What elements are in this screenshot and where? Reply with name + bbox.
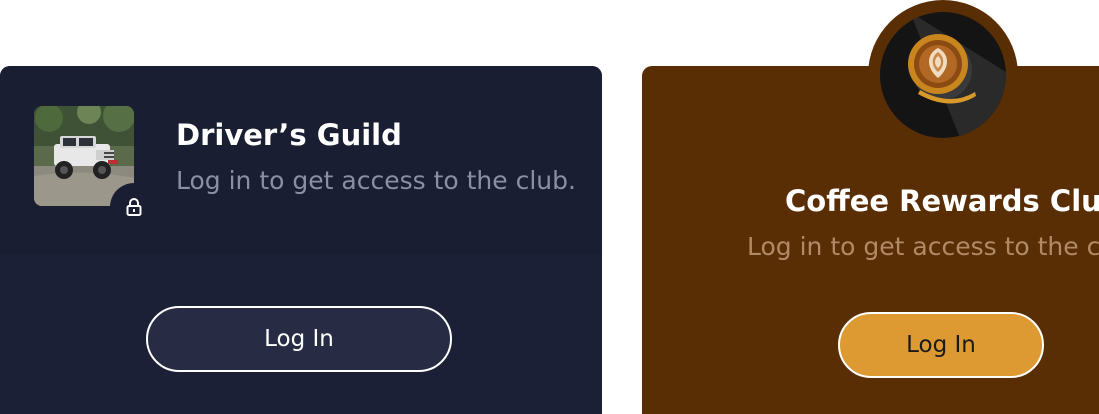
club-title: Driver’s Guild <box>176 118 402 152</box>
log-in-button[interactable]: Log In <box>838 312 1044 378</box>
club-cards-screen: Driver’s Guild Log in to get access to t… <box>0 0 1099 414</box>
club-subtitle: Log in to get access to the club. <box>747 232 1099 261</box>
latte-art-photo <box>880 12 1006 138</box>
club-thumbnail <box>34 106 158 231</box>
club-title: Coffee Rewards Club <box>785 184 1099 218</box>
log-in-button[interactable]: Log In <box>146 306 452 372</box>
lock-icon <box>110 183 158 231</box>
club-subtitle: Log in to get access to the club. <box>176 166 576 195</box>
drivers-guild-card: Driver’s Guild Log in to get access to t… <box>0 66 602 414</box>
